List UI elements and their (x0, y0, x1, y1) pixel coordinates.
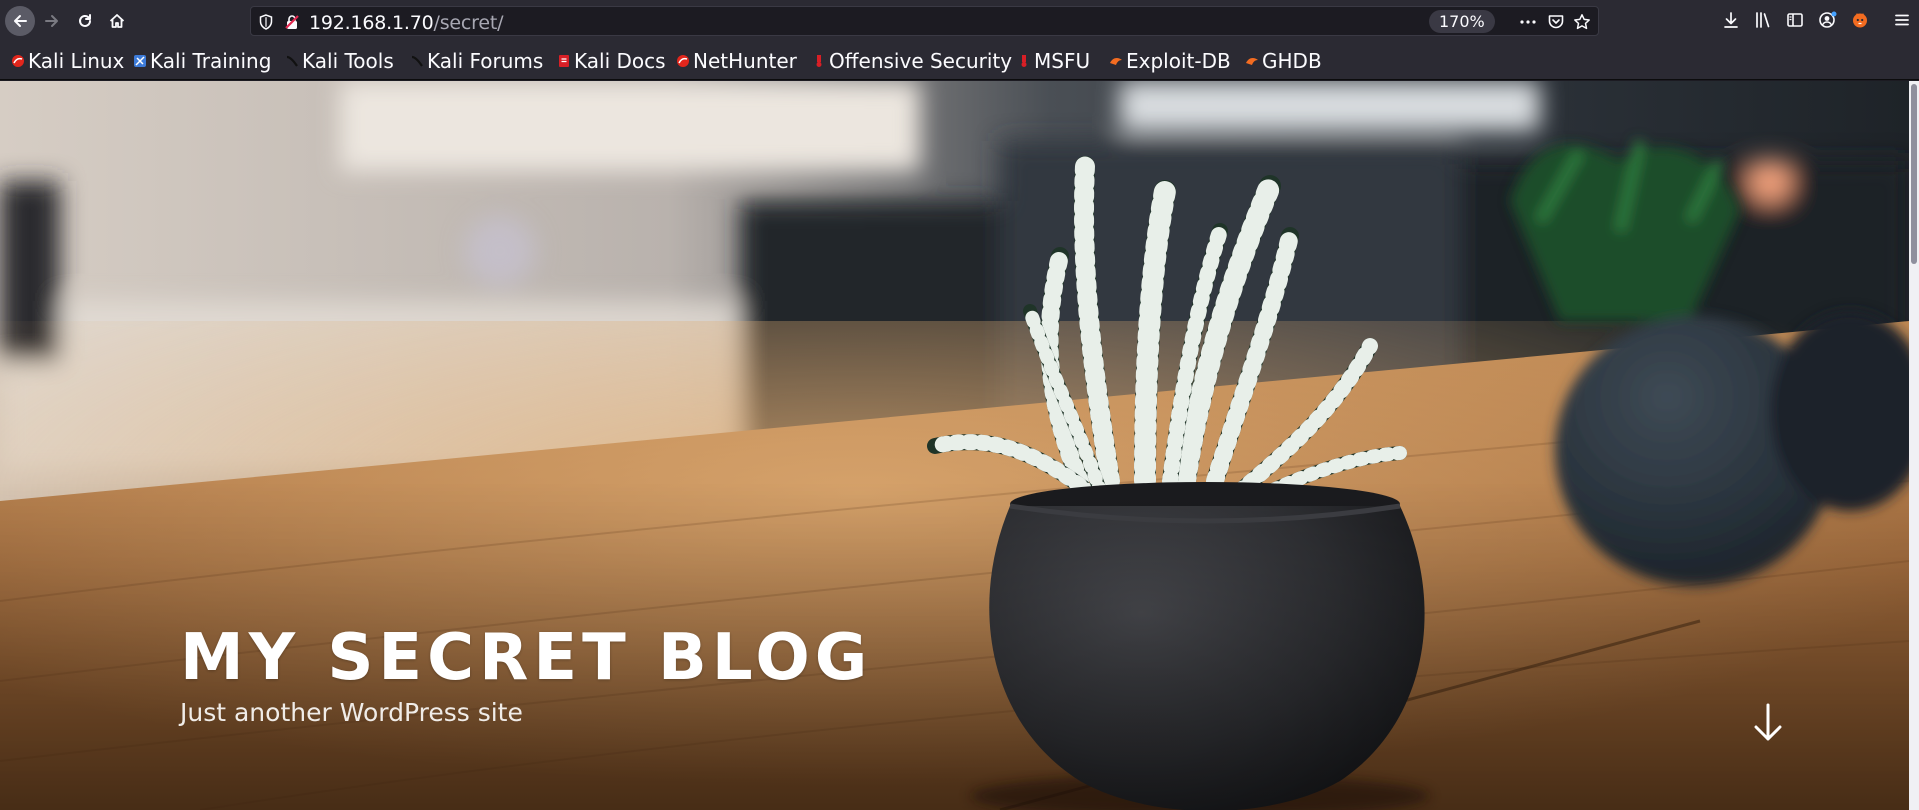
tracking-shield-icon[interactable] (259, 14, 273, 30)
bookmark-label: Kali Training (150, 49, 272, 73)
zoom-level-button[interactable]: 170% (1429, 10, 1495, 33)
bookmark-label: GHDB (1262, 49, 1322, 73)
site-description: Just another WordPress site (180, 698, 523, 727)
bookmark-kali-linux[interactable]: Kali Linux (11, 48, 124, 74)
pocket-icon[interactable] (1547, 13, 1565, 31)
address-bar[interactable]: 192.168.1.70/secret/ 170% (250, 6, 1599, 36)
hamburger-menu-icon[interactable] (1893, 11, 1911, 29)
navigation-toolbar: 192.168.1.70/secret/ 170% (0, 0, 1919, 42)
bookmark-star-icon[interactable] (1573, 13, 1591, 31)
msfu-icon (1021, 55, 1027, 67)
bookmark-label: Kali Linux (28, 49, 125, 73)
bookmark-label: Exploit-DB (1126, 49, 1231, 73)
downloads-icon[interactable] (1722, 11, 1740, 29)
bookmark-label: Kali Forums (427, 49, 544, 73)
nethunter-icon (677, 55, 689, 67)
bookmark-msfu[interactable]: MSFU (1017, 48, 1090, 74)
bookmark-kali-tools[interactable]: Kali Tools (285, 48, 394, 74)
ghdb-icon (1246, 58, 1258, 65)
bookmark-offensive-security[interactable]: Offensive Security (812, 48, 1012, 74)
exploit-db-icon (1110, 58, 1122, 65)
page-scrollbar[interactable] (1909, 81, 1919, 810)
kali-tools-icon (286, 55, 298, 67)
site-title[interactable]: MY SECRET BLOG (180, 621, 872, 695)
home-button[interactable] (102, 6, 132, 36)
forward-button[interactable] (37, 6, 67, 36)
home-icon (109, 14, 125, 28)
forward-arrow-icon (45, 15, 58, 27)
kali-training-icon (134, 55, 146, 67)
scrollbar-thumb[interactable] (1911, 84, 1917, 264)
scroll-down-button[interactable] (1750, 701, 1786, 745)
bookmark-label: Kali Tools (302, 49, 394, 73)
sidebar-icon[interactable] (1786, 11, 1804, 29)
back-arrow-icon (14, 15, 27, 27)
reload-icon (79, 14, 91, 27)
extension-fox-icon[interactable] (1851, 11, 1869, 29)
bookmark-exploit-db[interactable]: Exploit-DB (1109, 48, 1231, 74)
account-icon[interactable] (1818, 11, 1838, 29)
arrow-down-icon (1754, 703, 1782, 741)
bookmark-kali-forums[interactable]: Kali Forums (410, 48, 543, 74)
bookmarks-toolbar: Kali Linux Kali Training Kali Tools Kali… (0, 42, 1919, 80)
bookmark-nethunter[interactable]: NetHunter (676, 48, 797, 74)
url-host: 192.168.1.70 (309, 12, 434, 34)
offsec-icon (816, 55, 822, 67)
bookmark-kali-training[interactable]: Kali Training (133, 48, 271, 74)
page-actions-menu-icon[interactable] (1519, 13, 1537, 31)
bookmark-ghdb[interactable]: GHDB (1245, 48, 1322, 74)
page-viewport: MY SECRET BLOG Just another WordPress si… (0, 81, 1909, 810)
kali-forums-icon (411, 55, 423, 67)
bookmark-label: Kali Docs (574, 49, 666, 73)
url-text[interactable]: 192.168.1.70/secret/ (309, 12, 503, 34)
bookmark-kali-docs[interactable]: Kali Docs (557, 48, 666, 74)
bookmark-label: MSFU (1034, 49, 1091, 73)
back-button[interactable] (5, 6, 35, 36)
url-path: /secret/ (433, 12, 504, 34)
kali-dragon-icon (12, 55, 24, 67)
reload-button[interactable] (70, 6, 100, 36)
bookmark-label: NetHunter (693, 49, 797, 73)
kali-docs-icon (559, 55, 569, 67)
bookmark-label: Offensive Security (829, 49, 1013, 73)
library-icon[interactable] (1754, 11, 1772, 29)
insecure-lock-icon[interactable] (284, 14, 300, 30)
